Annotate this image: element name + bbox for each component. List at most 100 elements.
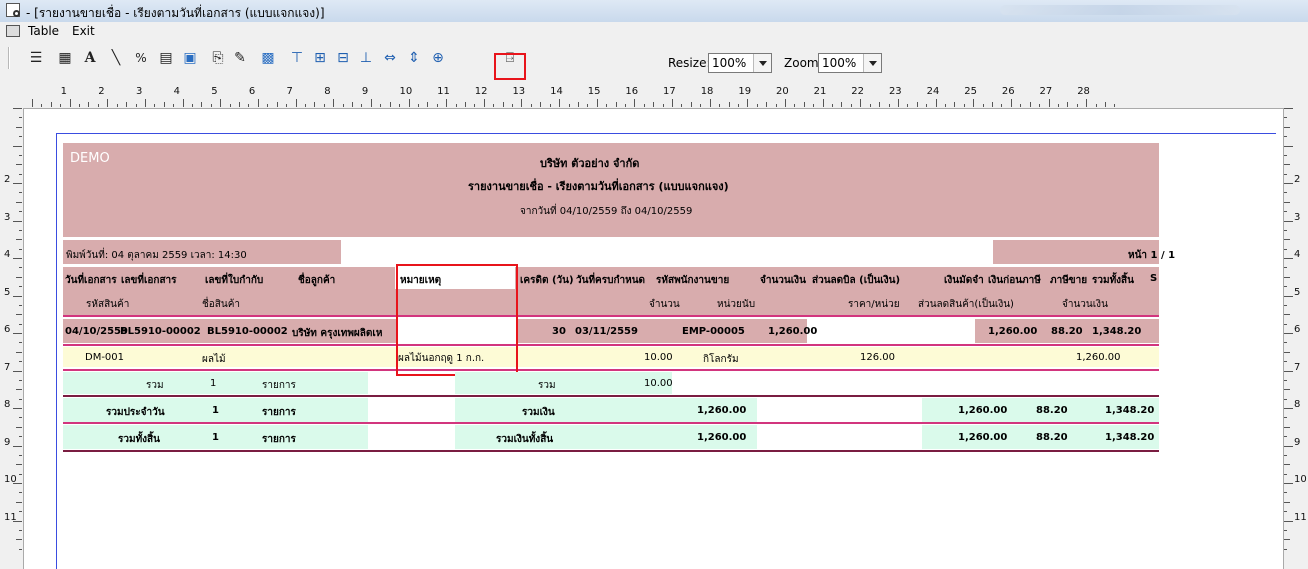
ruler-tick: [615, 102, 617, 107]
ruler-tick: [474, 104, 476, 107]
ruler-tick: [399, 104, 401, 107]
distribute-icon[interactable]: ⊟: [333, 48, 353, 68]
col-qty: จำนวน: [649, 299, 680, 310]
zoom-select[interactable]: 100%: [818, 53, 882, 73]
ruler-tick: [973, 99, 975, 107]
col-amount: จำนวนเงิน: [760, 275, 806, 286]
ruler-tick: [19, 436, 22, 438]
ruler-tick: [549, 104, 551, 107]
ruler-tick: [13, 258, 22, 259]
align-icon[interactable]: ☰: [26, 48, 46, 68]
ruler-tick: [719, 104, 721, 107]
table-icon[interactable]: ▦: [55, 48, 75, 68]
ruler-tick: [16, 426, 22, 428]
ruler-tick: [1284, 520, 1293, 522]
pencil-icon[interactable]: ✎: [230, 48, 250, 68]
ruler-tick: [239, 102, 241, 107]
ruler-tick: [352, 102, 354, 107]
ruler-tick: [1284, 483, 1293, 484]
ruler-mark-label: 18: [700, 86, 714, 97]
resize-select[interactable]: 100%: [708, 53, 772, 73]
align-top-icon[interactable]: ⊤: [287, 48, 307, 68]
ruler-mark-label: 9: [361, 86, 369, 97]
width-icon[interactable]: ⇔: [380, 48, 400, 68]
ruler-tick: [907, 104, 909, 107]
ruler-mark-label: 17: [663, 86, 676, 97]
ruler-mark-label: 5: [211, 86, 218, 97]
ruler-tick: [19, 154, 22, 156]
doc-row-divider: [63, 344, 1159, 346]
ruler-mark-label: 9: [1294, 436, 1301, 448]
ruler-tick: [16, 351, 22, 353]
ruler-mark-label: 2: [1294, 174, 1301, 185]
ruler-mark-label: 19: [738, 86, 752, 97]
col-unit-price: ราคา/หน่วย: [848, 299, 900, 310]
ruler-tick: [19, 267, 22, 269]
ruler-tick: [1020, 104, 1022, 107]
chart-icon[interactable]: ▩: [258, 48, 278, 68]
window-title: - [รายงานขายเชื่อ - เรียงตามวันที่เอกสาร…: [26, 6, 325, 20]
window-system-icon[interactable]: [6, 25, 20, 37]
ruler-tick: [643, 104, 645, 107]
demo-watermark: DEMO: [70, 151, 110, 166]
header-divider: [63, 315, 1159, 317]
ruler-tick: [1284, 464, 1290, 466]
ruler-tick: [530, 104, 532, 107]
daily-label-2: รวมเงิน: [522, 407, 555, 418]
ruler-tick: [935, 99, 937, 107]
grid-icon[interactable]: ▤: [156, 48, 176, 68]
menu-table[interactable]: Table: [28, 24, 59, 38]
ruler-tick: [992, 102, 994, 107]
percent-icon[interactable]: %: [131, 48, 151, 68]
chevron-down-icon[interactable]: [863, 54, 881, 72]
height-icon[interactable]: ⇕: [404, 48, 424, 68]
align-middle-icon[interactable]: ⊞: [310, 48, 330, 68]
ruler-tick: [1284, 511, 1287, 513]
ruler-tick: [19, 473, 22, 475]
ruler-mark-label: 6: [248, 86, 256, 97]
ruler-tick: [13, 220, 22, 222]
ruler-tick: [559, 99, 561, 107]
doc-date: 04/10/2559: [65, 326, 128, 337]
image-icon[interactable]: ▣: [180, 48, 200, 68]
chevron-down-icon[interactable]: [753, 54, 771, 72]
ruler-tick: [1284, 108, 1293, 109]
vertical-ruler-right: 2 3 4 5 6 7 8 9 10 11: [1283, 108, 1308, 569]
ruler-tick: [16, 389, 22, 391]
ruler-tick: [19, 548, 22, 550]
ruler-tick: [1284, 548, 1287, 550]
align-bottom-icon[interactable]: ⊥: [356, 48, 376, 68]
ruler-tick: [1284, 314, 1290, 316]
ruler-tick: [1284, 389, 1290, 391]
ruler-tick: [1284, 164, 1290, 166]
ruler-tick: [1284, 136, 1287, 138]
ruler-tick: [1095, 104, 1097, 107]
ruler-tick: [295, 99, 297, 107]
ruler-mark-label: 20: [776, 86, 789, 97]
ruler-tick: [32, 99, 33, 107]
report-date-range: จากวันที่ 04/10/2559 ถึง 04/10/2559: [520, 206, 693, 217]
ruler-tick: [897, 99, 899, 107]
ruler-tick: [512, 104, 514, 107]
ruler-tick: [690, 102, 692, 107]
line-icon[interactable]: ╲: [106, 48, 126, 68]
ruler-tick: [493, 104, 495, 107]
size-icon[interactable]: ⊕: [428, 48, 448, 68]
menu-exit[interactable]: Exit: [72, 24, 95, 38]
ruler-tick: [257, 99, 259, 107]
app-preview-icon[interactable]: [6, 3, 20, 17]
ruler-tick: [1076, 104, 1078, 107]
item-code: DM-001: [85, 352, 125, 363]
ruler-tick: [1284, 304, 1287, 306]
ruler-tick: [182, 99, 184, 107]
ruler-tick: [841, 102, 843, 107]
ruler-tick: [13, 483, 22, 484]
ruler-mark-label: 15: [587, 86, 601, 97]
ruler-tick: [1284, 492, 1287, 494]
ruler-tick: [483, 99, 485, 107]
text-icon[interactable]: A: [80, 48, 100, 68]
item-amount: 1,260.00: [1076, 352, 1121, 363]
sum-label: รวม: [146, 380, 164, 391]
ruler-tick: [248, 104, 250, 107]
copy-icon[interactable]: ⎘: [208, 48, 228, 68]
